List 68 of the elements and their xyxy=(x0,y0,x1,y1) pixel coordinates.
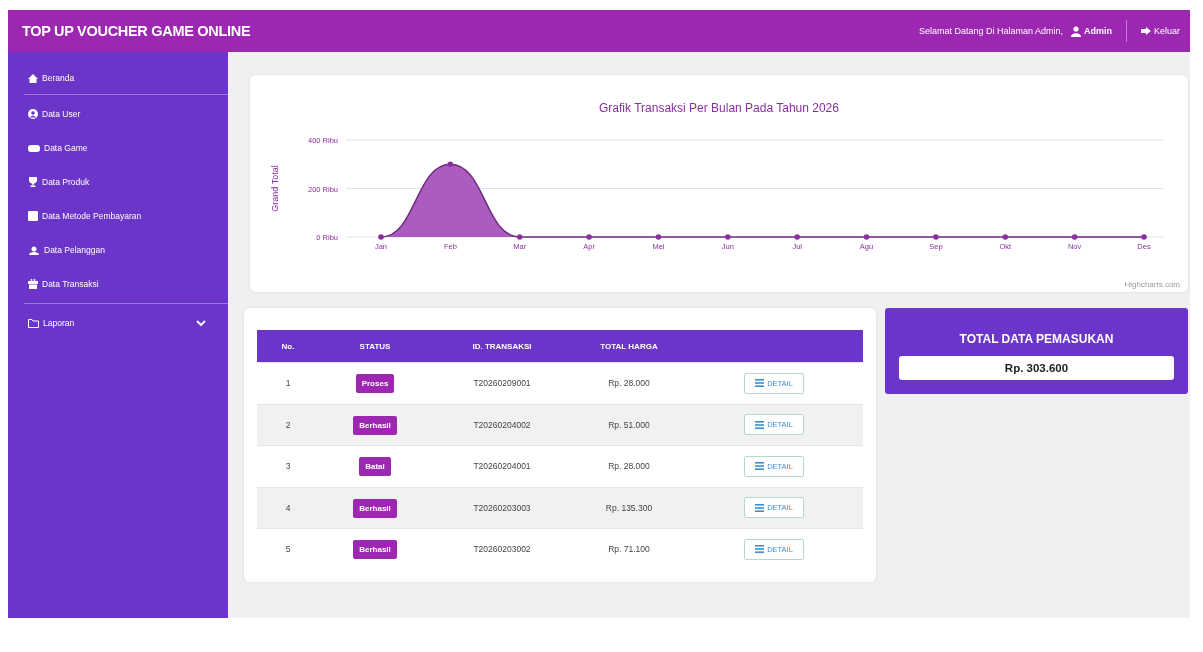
data-point xyxy=(1002,234,1009,240)
sidebar-item[interactable]: Data Transaksi xyxy=(8,267,228,301)
user-circle-icon xyxy=(28,109,38,119)
sidebar-item[interactable]: Data Pelanggan xyxy=(8,233,228,267)
data-point xyxy=(725,234,731,240)
table-cell: 1 xyxy=(285,378,291,389)
logout-link[interactable]: Keluar xyxy=(1141,26,1180,36)
table-cell: Rp. 135.300 xyxy=(605,502,653,513)
status-badge: Batal xyxy=(359,457,391,477)
list-icon xyxy=(755,420,765,429)
gift-icon xyxy=(28,279,38,289)
table-cell: Rp. 71.100 xyxy=(608,544,650,555)
column-header: No. xyxy=(281,341,295,351)
table-cell: T20260203002 xyxy=(473,544,531,555)
welcome-text: Selamat Datang Di Halaman Admin, xyxy=(918,26,1063,36)
table-cell: 5 xyxy=(285,544,291,555)
data-point xyxy=(516,234,523,240)
folder-icon xyxy=(28,318,39,328)
summary-value: Rp. 303.600 xyxy=(899,356,1174,380)
table-cell: T20260204002 xyxy=(473,419,531,430)
data-point xyxy=(1071,234,1078,240)
sidebar-item[interactable]: Data Metode Pembayaran xyxy=(8,199,228,233)
table-cell: 3 xyxy=(285,461,291,472)
table-cell: Rp. 51.000 xyxy=(608,419,650,430)
sidebar-item[interactable]: Laporan xyxy=(8,306,228,340)
home-icon xyxy=(28,73,38,83)
column-header: ID. TRANSAKSI xyxy=(472,341,532,351)
list-icon xyxy=(755,462,765,471)
data-point xyxy=(863,234,870,240)
status-badge: Berhasil xyxy=(353,498,397,518)
sidebar-item[interactable]: Data Produk xyxy=(8,165,228,199)
users-icon xyxy=(28,245,40,255)
user-icon xyxy=(1071,25,1081,37)
sidebar-item[interactable]: Data User xyxy=(8,97,228,131)
list-icon xyxy=(755,545,765,554)
data-point xyxy=(378,234,384,240)
list-icon xyxy=(755,503,765,512)
table-cell: Rp. 28.000 xyxy=(608,461,650,472)
chart-title: Grafik Transaksi Per Bulan Pada Tahun 2026 xyxy=(599,101,839,115)
square-icon xyxy=(28,211,38,221)
column-header: STATUS xyxy=(359,341,391,351)
sidebar-item[interactable]: Beranda xyxy=(8,66,228,90)
gamepad-icon xyxy=(28,144,40,152)
status-badge: Proses xyxy=(355,374,395,394)
table-cell: 4 xyxy=(285,502,291,513)
data-point xyxy=(1141,234,1147,240)
axis-title: Grand Total xyxy=(270,165,280,212)
data-point xyxy=(933,234,939,240)
data-point xyxy=(655,234,662,240)
data-point xyxy=(794,234,800,240)
column-header: TOTAL HARGA xyxy=(600,341,658,351)
sidebar-item[interactable]: Data Game xyxy=(8,131,228,165)
table-cell: Rp. 28.000 xyxy=(608,378,650,389)
sign-out-icon xyxy=(1141,27,1151,35)
table-cell: 2 xyxy=(285,419,291,430)
app-title: TOP UP VOUCHER GAME ONLINE xyxy=(22,23,251,39)
data-point xyxy=(447,161,454,168)
status-badge: Berhasil xyxy=(353,540,397,560)
status-badge: Berhasil xyxy=(353,415,397,435)
summary-title: TOTAL DATA PEMASUKAN xyxy=(959,332,1114,346)
chevron-down-icon xyxy=(196,320,206,326)
data-point xyxy=(586,234,592,240)
table-cell: T20260204001 xyxy=(473,461,531,472)
user-link[interactable]: Admin xyxy=(1071,25,1112,37)
trophy-icon xyxy=(28,177,38,187)
table-cell: T20260203003 xyxy=(473,502,531,513)
list-icon xyxy=(755,379,765,388)
table-cell: T20260209001 xyxy=(473,378,531,389)
